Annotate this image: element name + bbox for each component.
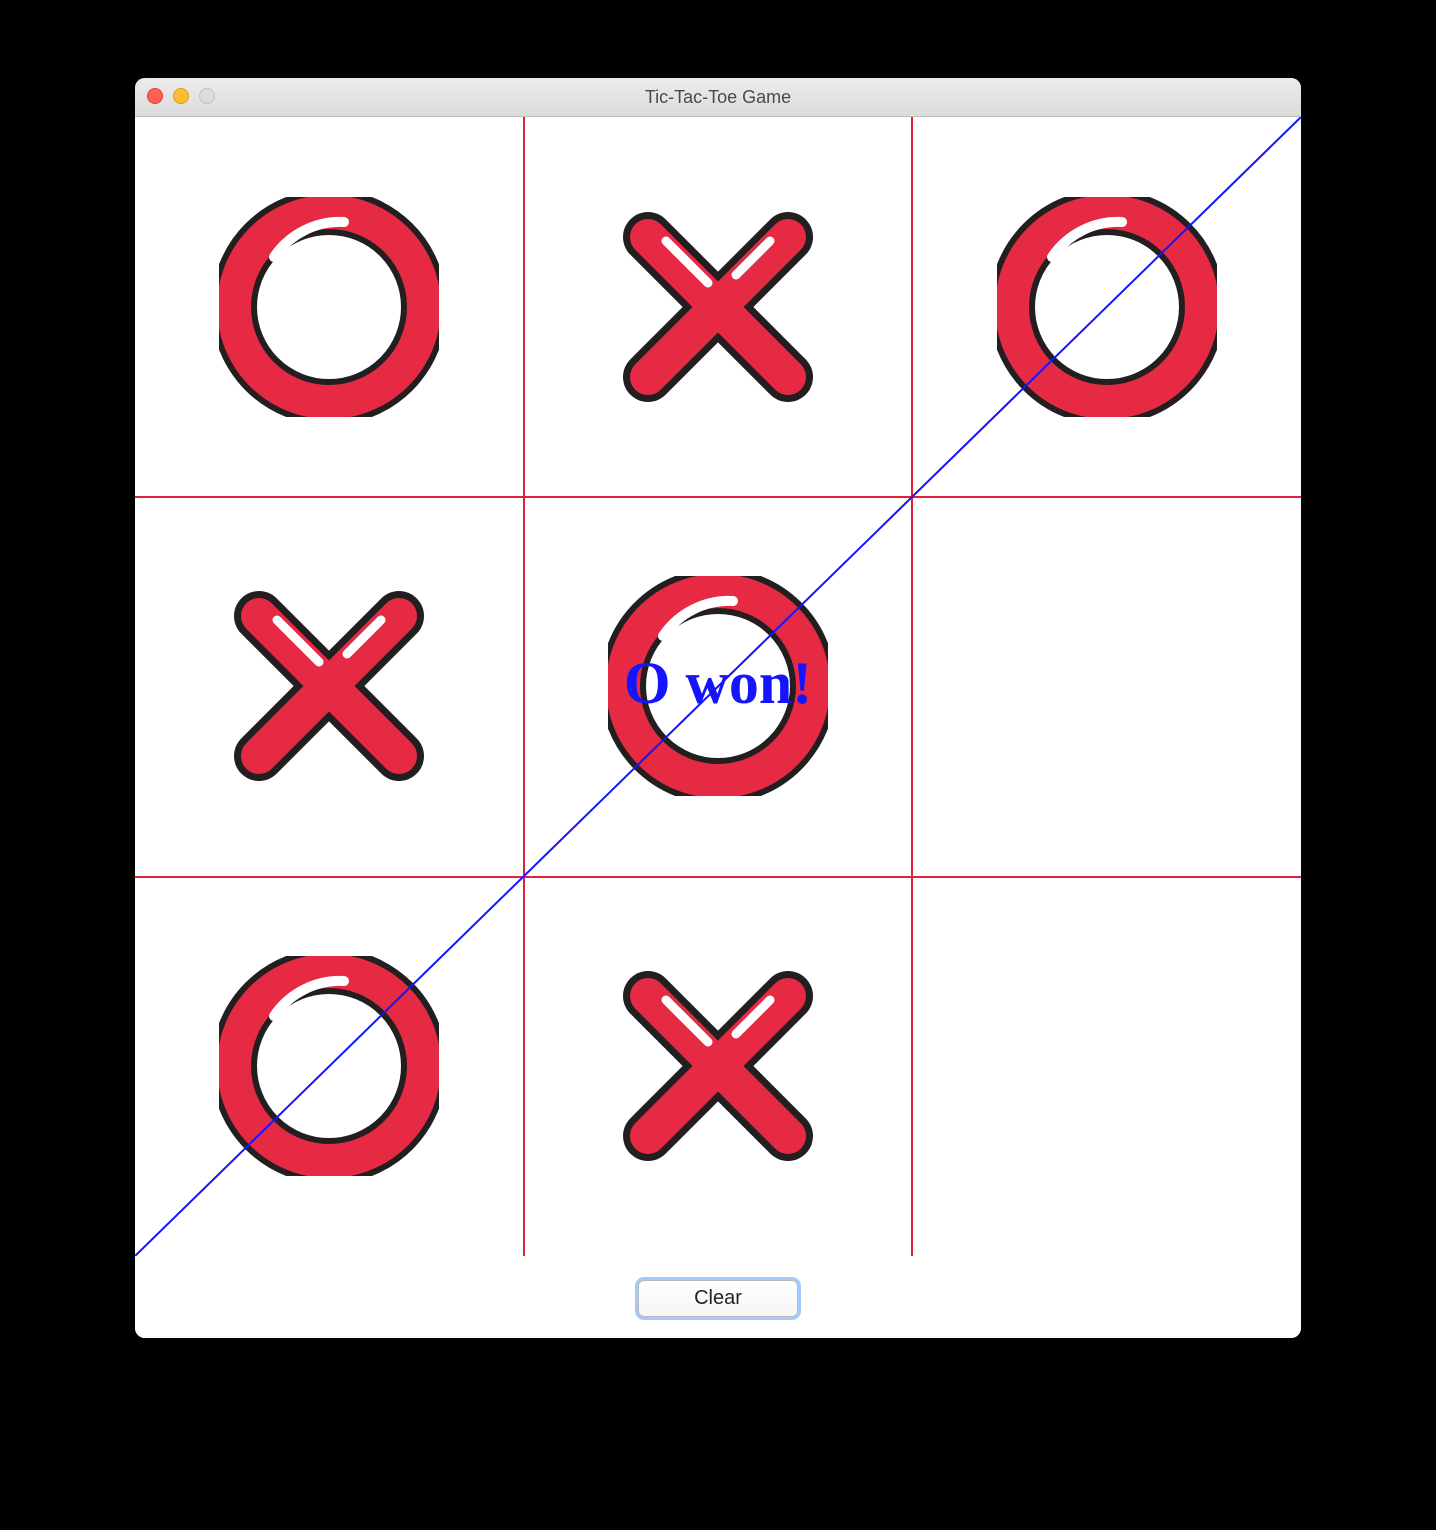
cell-0-0[interactable] [135,117,524,497]
titlebar: Tic-Tac-Toe Game [135,78,1301,117]
piece-o-icon [219,956,439,1176]
cell-1-0[interactable] [135,497,524,877]
cell-1-2[interactable] [912,497,1301,877]
zoom-icon[interactable] [199,88,215,104]
piece-x-icon [219,576,439,796]
clear-button[interactable]: Clear [638,1280,798,1317]
cell-1-1[interactable] [524,497,913,877]
bottom-bar: Clear [135,1257,1301,1338]
piece-o-icon [997,197,1217,417]
window-title: Tic-Tac-Toe Game [645,87,791,108]
piece-o-icon [608,576,828,796]
cell-0-2[interactable] [912,117,1301,497]
cell-2-1[interactable] [524,876,913,1256]
piece-o-icon [219,197,439,417]
cell-0-1[interactable] [524,117,913,497]
piece-x-icon [608,956,828,1176]
app-window: Tic-Tac-Toe Game [135,78,1301,1338]
close-icon[interactable] [147,88,163,104]
client-area: O won! Clear [135,117,1301,1338]
piece-x-icon [608,197,828,417]
minimize-icon[interactable] [173,88,189,104]
game-board: O won! [135,117,1301,1256]
cell-2-2[interactable] [912,876,1301,1256]
window-controls [147,88,215,104]
cell-2-0[interactable] [135,876,524,1256]
